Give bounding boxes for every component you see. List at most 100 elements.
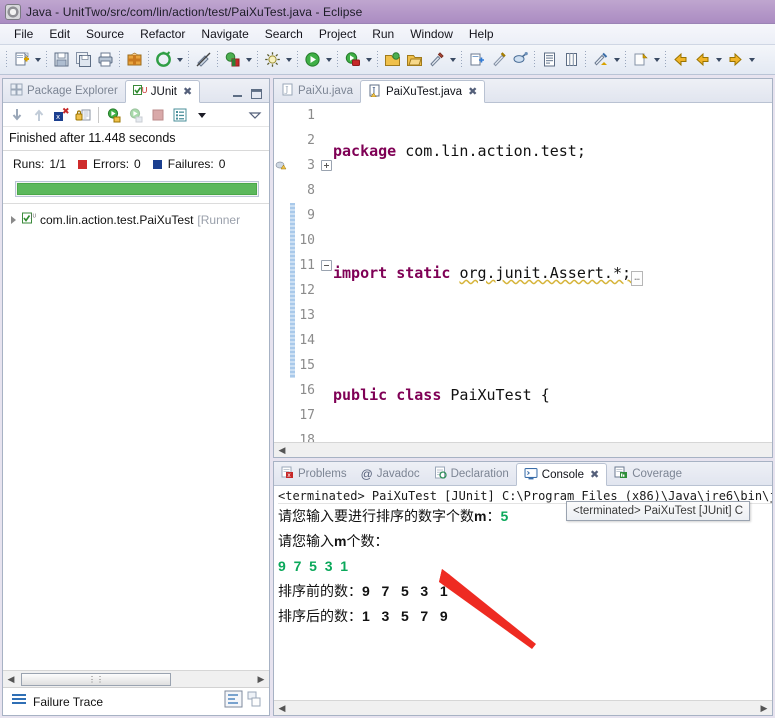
back-icon[interactable]: [669, 49, 691, 71]
toolbar-separator: [217, 50, 218, 69]
forward-dropdown-arrow[interactable]: [746, 49, 757, 71]
view-menu-icon[interactable]: [192, 105, 212, 125]
next-failed-test-icon[interactable]: [7, 105, 27, 125]
new-annotation-icon[interactable]: [487, 49, 509, 71]
annotation-ruler[interactable]: [274, 103, 290, 442]
print-icon[interactable]: [94, 49, 116, 71]
scroll-left-icon[interactable]: ◀: [3, 674, 19, 685]
external-tools-dropdown-arrow[interactable]: [447, 49, 458, 71]
run-icon[interactable]: [301, 49, 323, 71]
scroll-left-icon[interactable]: ◀: [274, 703, 290, 714]
view-tab-javadoc[interactable]: @ Javadoc: [354, 463, 427, 485]
next-annotation-dropdown-arrow[interactable]: [611, 49, 622, 71]
chevron-right-icon[interactable]: [11, 216, 16, 224]
new-icon[interactable]: [10, 49, 32, 71]
forward-icon[interactable]: [724, 49, 746, 71]
run-last-tool-dropdown-arrow[interactable]: [363, 49, 374, 71]
show-failures-only-icon[interactable]: x ✖: [51, 105, 71, 125]
new-java-project-dropdown-arrow[interactable]: [174, 49, 185, 71]
scroll-left-icon[interactable]: ◀: [274, 445, 290, 456]
close-icon[interactable]: ✖: [183, 85, 192, 98]
errors-label: Errors:: [93, 157, 130, 171]
open-task-icon[interactable]: [403, 49, 425, 71]
junit-icon: U: [132, 84, 147, 100]
run-last-tool-icon[interactable]: [341, 49, 363, 71]
menu-navigate[interactable]: Navigate: [193, 25, 256, 43]
rerun-test-failures-icon[interactable]: [126, 105, 146, 125]
coverage-dropdown-arrow[interactable]: [283, 49, 294, 71]
editor-hscrollbar[interactable]: ◀: [274, 442, 772, 457]
previous-annotation-dropdown-arrow[interactable]: [651, 49, 662, 71]
folding-ruler[interactable]: [320, 103, 333, 442]
eclipse-icon: [5, 3, 21, 20]
menu-refactor[interactable]: Refactor: [132, 25, 193, 43]
menu-help[interactable]: Help: [461, 25, 502, 43]
view-tab-problems[interactable]: x Problems: [274, 463, 354, 485]
close-icon[interactable]: ✖: [590, 468, 599, 481]
external-tools-icon[interactable]: [425, 49, 447, 71]
menu-window[interactable]: Window: [402, 25, 461, 43]
junit-test-tree[interactable]: JU com.lin.action.test.PaiXuTest [Runner: [3, 203, 269, 670]
console-output[interactable]: <terminated> PaiXuTest [JUnit] C:\Progra…: [274, 486, 772, 700]
tree-item-test-class[interactable]: JU com.lin.action.test.PaiXuTest [Runner: [3, 210, 269, 230]
back-history-icon[interactable]: [691, 49, 713, 71]
new-java-class-icon[interactable]: [465, 49, 487, 71]
previous-annotation-icon[interactable]: [629, 49, 651, 71]
scroll-lock-icon[interactable]: [73, 105, 93, 125]
folded-code-placeholder[interactable]: …: [631, 271, 644, 286]
copy-trace-icon[interactable]: [247, 691, 263, 713]
compare-result-icon[interactable]: [224, 690, 243, 713]
build-icon[interactable]: [123, 49, 145, 71]
view-tab-coverage[interactable]: Coverage: [607, 463, 689, 485]
previous-failed-test-icon[interactable]: [29, 105, 49, 125]
view-collapse-icon[interactable]: [245, 105, 265, 125]
skip-breakpoints-icon[interactable]: [192, 49, 214, 71]
console-hscrollbar[interactable]: ◀ ▶: [274, 700, 772, 715]
debug-icon[interactable]: [221, 49, 243, 71]
menu-edit[interactable]: Edit: [41, 25, 78, 43]
view-tab-declaration[interactable]: Declaration: [427, 463, 516, 485]
toolbar-separator: [119, 50, 120, 69]
fold-expand-icon[interactable]: [321, 160, 332, 171]
junit-view: Package Explorer U JUnit ✖ x ✖ Finished …: [2, 78, 270, 716]
menu-source[interactable]: Source: [78, 25, 132, 43]
view-tab-console[interactable]: Console ✖: [515, 463, 608, 486]
view-tab-junit[interactable]: U JUnit ✖: [124, 80, 201, 103]
code-area[interactable]: package com.lin.action.test; import stat…: [333, 103, 772, 442]
scroll-right-icon[interactable]: ▶: [756, 703, 772, 714]
search-icon[interactable]: [509, 49, 531, 71]
toggle-mark-occurrences-icon[interactable]: [538, 49, 560, 71]
debug-dropdown-arrow[interactable]: [243, 49, 254, 71]
menu-search[interactable]: Search: [257, 25, 311, 43]
warning-marker-icon[interactable]: [274, 153, 289, 178]
minimize-view-button[interactable]: [231, 87, 244, 99]
editor-tab-paixu[interactable]: J PaiXu.java: [274, 80, 360, 102]
before-sort-values: 9 7 5 3 1: [362, 583, 448, 599]
next-annotation-icon[interactable]: [589, 49, 611, 71]
test-run-history-icon[interactable]: [170, 105, 190, 125]
menu-project[interactable]: Project: [311, 25, 364, 43]
editor-tab-paixutest[interactable]: J PaiXuTest.java ✖: [359, 80, 486, 103]
run-dropdown-arrow[interactable]: [323, 49, 334, 71]
new-java-project-icon[interactable]: [152, 49, 174, 71]
fold-collapse-icon[interactable]: [321, 260, 332, 271]
menu-run[interactable]: Run: [364, 25, 402, 43]
close-icon[interactable]: ✖: [468, 85, 477, 98]
scroll-right-icon[interactable]: ▶: [253, 674, 269, 685]
editor-body[interactable]: 1 2 3 8 9 10 11 12 13 14 15 16 17 18 pac…: [274, 103, 772, 442]
maximize-view-button[interactable]: [250, 87, 263, 99]
back-dropdown-arrow[interactable]: [713, 49, 724, 71]
view-tab-package-explorer[interactable]: Package Explorer: [3, 80, 125, 102]
menu-file[interactable]: File: [6, 25, 41, 43]
hscroll-thumb[interactable]: ⋮⋮: [21, 672, 171, 686]
coverage-icon[interactable]: [261, 49, 283, 71]
save-icon[interactable]: [50, 49, 72, 71]
stop-test-icon[interactable]: [148, 105, 168, 125]
rerun-test-icon[interactable]: [104, 105, 124, 125]
toggle-block-selection-icon[interactable]: [560, 49, 582, 71]
view-tab-label: Coverage: [632, 468, 683, 480]
new-dropdown-arrow[interactable]: [32, 49, 43, 71]
open-type-icon[interactable]: [381, 49, 403, 71]
save-all-icon[interactable]: [72, 49, 94, 71]
junit-tree-hscrollbar[interactable]: ◀ ⋮⋮ ▶: [3, 670, 269, 687]
